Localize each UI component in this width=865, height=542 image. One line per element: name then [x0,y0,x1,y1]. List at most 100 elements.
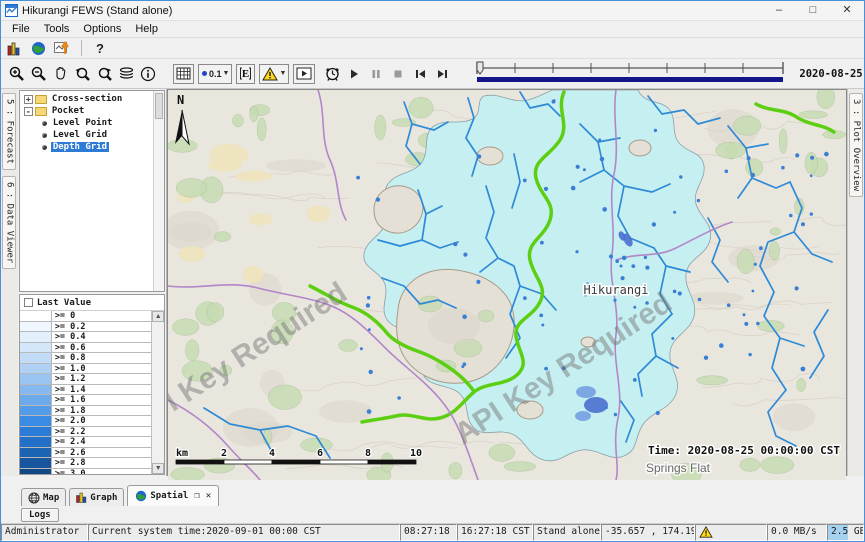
legend-row[interactable]: >= 1.2 [20,374,151,385]
menu-help[interactable]: Help [128,23,165,35]
pause-button[interactable] [367,65,385,83]
first-frame-button[interactable] [411,65,429,83]
tree-item-label[interactable]: Level Grid [51,130,109,140]
tree-expander-icon[interactable]: + [24,95,33,104]
legend-row[interactable]: >= 0.2 [20,322,151,333]
tree-item-label[interactable]: Level Point [51,118,115,128]
minimize-button[interactable]: – [762,1,796,20]
legend-swatch [20,416,52,426]
legend-row[interactable]: >= 2.8 [20,458,151,469]
legend-label: >= 0.4 [52,332,151,342]
legend-row[interactable]: >= 1.0 [20,364,151,375]
help-icon[interactable]: ? [92,41,108,56]
zoom-in-icon[interactable] [7,65,25,83]
zoom-out-icon[interactable] [29,65,47,83]
legend-label: >= 2.2 [52,427,151,437]
filter-tree-box: + Cross-section - Pocket Level Point Level Gr… [19,90,165,292]
chevron-down-icon[interactable]: ▼ [223,70,230,77]
menu-tools[interactable]: Tools [37,23,77,35]
zoom-next-icon[interactable] [95,65,113,83]
legend-row[interactable]: >= 2.2 [20,427,151,438]
zoom-previous-icon[interactable] [73,65,91,83]
legend-scrollbar[interactable]: ▲ ▼ [151,311,164,474]
last-value-checkbox[interactable] [24,298,33,307]
play-button[interactable] [345,65,363,83]
scroll-down-icon[interactable]: ▼ [152,463,164,474]
tab-map[interactable]: Map [21,488,66,506]
last-frame-button[interactable] [433,65,451,83]
status-system-time: Current system time:2020-09-01 00:00 CST [88,524,400,541]
legend-label: >= 2.4 [52,437,151,447]
legend-row[interactable]: >= 0.8 [20,353,151,364]
tree-item[interactable]: Level Grid [20,129,153,141]
svg-text:10: 10 [410,448,422,459]
legend-row[interactable]: >= 1.8 [20,406,151,417]
last-value-label: Last Value [37,298,91,308]
tab-plot-overview[interactable]: 3 : Plot Overview [849,93,863,197]
toolbar-main: ? [1,38,864,59]
legend-swatch [20,469,52,475]
tree-item-label[interactable]: Depth Grid [51,142,109,152]
status-memory: 2.5 GB [827,524,864,541]
tree-item-label[interactable]: Cross-section [50,94,124,104]
animation-button[interactable] [293,64,315,84]
stop-button[interactable] [389,65,407,83]
legend-label: >= 2.6 [52,448,151,458]
legend-row[interactable]: >= 0.6 [20,343,151,354]
warning-icon [699,526,713,538]
legend-label: >= 1.8 [52,406,151,416]
tree-item[interactable]: + Cross-section [20,93,153,105]
pan-icon[interactable] [51,65,69,83]
tree-item[interactable]: Level Point [20,117,153,129]
legend-row[interactable]: >= 2.0 [20,416,151,427]
explorer-chart-icon[interactable] [5,39,23,57]
app-window: Hikurangi FEWS (Stand alone) – □ ✕ FileT… [0,0,865,542]
legend-row[interactable]: >= 0.4 [20,332,151,343]
logs-button[interactable]: Logs [21,508,59,522]
warning-button[interactable]: ▼ [259,64,289,84]
legend-swatch [20,322,52,332]
legend-row[interactable]: >= 2.6 [20,448,151,459]
tab-forecast[interactable]: 5 : Forecast [2,93,16,170]
svg-text:6: 6 [317,448,323,459]
point-value-button[interactable]: 0.1 ▼ [198,64,232,84]
close-button[interactable]: ✕ [830,1,864,20]
tree-item[interactable]: - Pocket [20,105,153,117]
menu-options[interactable]: Options [76,23,128,35]
tab-spatial[interactable]: Spatial ❐ ✕ [127,485,219,506]
labels-button[interactable]: E [236,64,255,84]
legend-label: >= 0.2 [52,322,151,332]
legend-panel: Last Value >= 0>= 0.2>= 0.4>= 0.6>= 0.8>… [19,294,165,475]
scroll-up-icon[interactable]: ▲ [152,311,164,322]
legend-list: >= 0>= 0.2>= 0.4>= 0.6>= 0.8>= 1.0>= 1.2… [20,311,151,474]
timer-icon[interactable] [323,65,341,83]
legend-row[interactable]: >= 1.4 [20,385,151,396]
tree-scrollbar[interactable] [153,91,164,291]
timeseries-icon[interactable] [53,39,71,57]
chevron-down-icon[interactable]: ▼ [279,70,286,77]
layers-icon[interactable] [117,65,135,83]
menu-file[interactable]: File [5,23,37,35]
globe-icon[interactable] [29,39,47,57]
legend-row[interactable]: >= 1.6 [20,395,151,406]
tree-item-label[interactable]: Pocket [50,106,87,116]
maximize-button[interactable]: □ [796,1,830,20]
tree-expander-icon[interactable]: - [24,107,33,116]
legend-swatch [20,458,52,468]
tree-item[interactable]: Depth Grid [20,141,153,153]
tab-graph[interactable]: Graph [69,488,124,506]
folder-icon [35,95,47,104]
bullet-icon [42,133,47,138]
toolbar-map: 0.1 ▼ E ▼ [1,59,864,89]
info-icon[interactable] [139,65,157,83]
legend-row[interactable]: >= 2.4 [20,437,151,448]
tab-data-viewer[interactable]: 6 : Data Viewer [2,176,16,269]
grid-button[interactable] [173,64,194,84]
map-canvas[interactable]: API Key RequiredAPI Key Required N km246… [167,89,847,476]
legend-row[interactable]: >= 0 [20,311,151,322]
restore-icon[interactable]: ❐ [194,491,199,501]
close-icon[interactable]: ✕ [206,491,211,501]
legend-row[interactable]: >= 3.0 [20,469,151,475]
legend-label: >= 0.8 [52,353,151,363]
time-slider[interactable] [473,60,789,87]
